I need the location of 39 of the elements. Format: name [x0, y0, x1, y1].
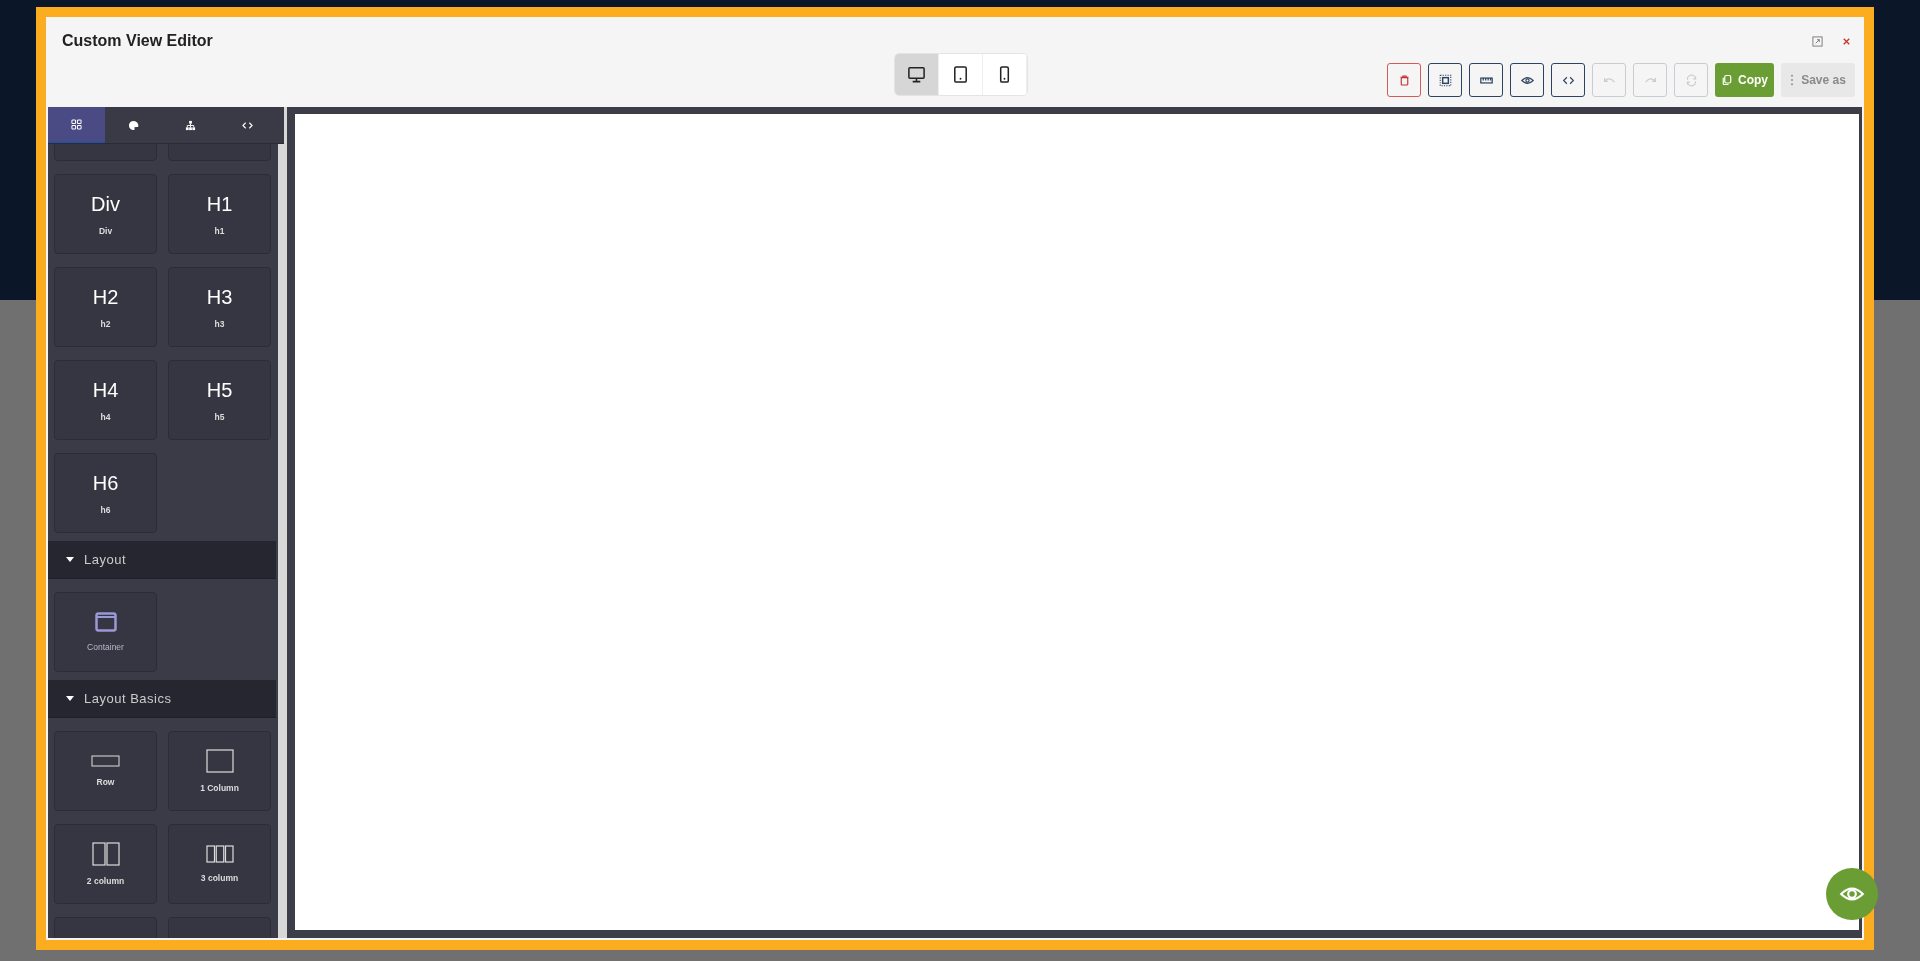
section-header[interactable]: Layout	[48, 541, 276, 579]
sitemap-icon	[185, 119, 196, 131]
row-icon	[90, 755, 121, 767]
refresh-icon	[1684, 73, 1698, 87]
block-tile[interactable]: H5 h5	[168, 360, 271, 440]
window-icon	[94, 612, 117, 632]
scrollbar[interactable]	[278, 144, 284, 938]
code-button[interactable]	[1551, 63, 1585, 97]
delete-button[interactable]	[1387, 63, 1421, 97]
column-icon	[205, 749, 234, 773]
tablet-icon	[951, 65, 970, 84]
copy-icon	[1721, 74, 1733, 86]
block-tile[interactable]: 3 column	[168, 824, 271, 904]
block-tile[interactable]: 1 Column	[168, 731, 271, 811]
block-tile[interactable]: Row	[54, 731, 157, 811]
desktop-view-button[interactable]	[895, 54, 939, 95]
two-column-icon	[91, 842, 120, 866]
block-tile[interactable]: 2 column	[54, 824, 157, 904]
block-tile[interactable]: H4 h4	[54, 360, 157, 440]
ruler-button[interactable]	[1469, 63, 1503, 97]
block-tile[interactable]: Div Div	[54, 174, 157, 254]
block-tile[interactable]: H6 h6	[54, 453, 157, 533]
block-tile[interactable]: Container	[54, 592, 157, 672]
grid-icon	[71, 118, 82, 130]
select-button[interactable]	[1428, 63, 1462, 97]
block-tile[interactable]: H1 h1	[168, 174, 271, 254]
blocks-tab[interactable]	[48, 107, 105, 143]
monitor-icon	[907, 65, 926, 84]
kebab-menu-icon	[1790, 74, 1795, 86]
section-header[interactable]: Layout Basics	[48, 680, 276, 718]
block-tile[interactable]: H2 h2	[54, 267, 157, 347]
three-column-icon	[205, 845, 234, 863]
palette-icon	[128, 119, 139, 131]
preview-button[interactable]	[1510, 63, 1544, 97]
block-tile[interactable]: H3 h3	[168, 267, 271, 347]
maximize-icon[interactable]	[1812, 35, 1823, 47]
trash-icon	[1397, 73, 1411, 87]
window-title: Custom View Editor	[62, 32, 213, 50]
select-area-icon	[1438, 73, 1452, 87]
